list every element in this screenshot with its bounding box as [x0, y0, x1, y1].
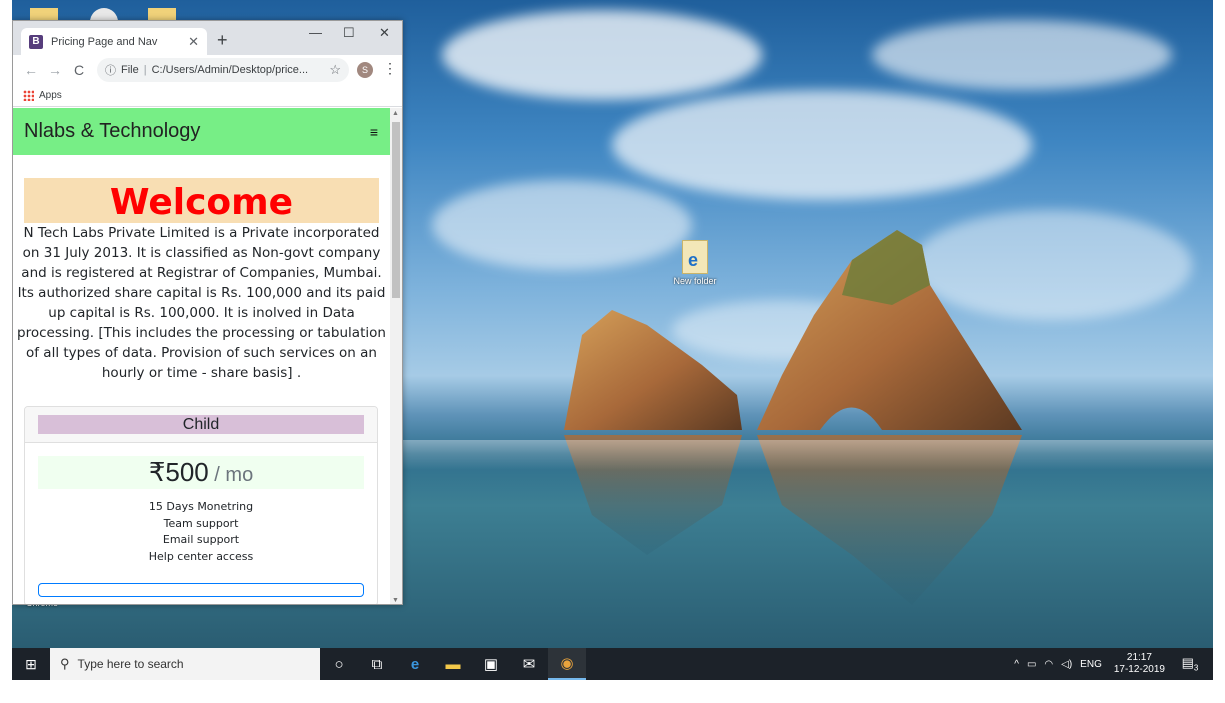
pricing-card: Child ₹500 / mo 15 Days Monetring Team s…	[24, 406, 378, 604]
taskbar-search-box[interactable]: ⚲ Type here to search	[50, 648, 320, 680]
clock[interactable]: 21:17 17-12-2019	[1114, 652, 1165, 676]
chevron-up-icon[interactable]: ^	[1014, 659, 1019, 670]
desktop: e New folder Chrome B Pricing Page and N…	[12, 0, 1213, 680]
scrollbar-thumb[interactable]	[392, 122, 400, 298]
plan-price: ₹500 / mo	[38, 456, 364, 489]
navbar: Nlabs & Technology ≡	[13, 108, 390, 155]
maximize-icon[interactable]: ☐	[343, 25, 355, 41]
navbar-toggler-icon[interactable]: ≡	[370, 124, 378, 140]
cortana-icon[interactable]: ○	[320, 648, 358, 680]
feature-item: Email support	[162, 533, 240, 546]
notification-center-icon[interactable]: ▤3	[1175, 655, 1205, 673]
scroll-down-icon[interactable]: ▼	[392, 597, 399, 604]
edge-browser-icon[interactable]: e	[396, 648, 434, 680]
reload-icon[interactable]: C	[67, 62, 91, 78]
info-icon[interactable]: ⓘ	[105, 62, 116, 78]
welcome-banner: Welcome	[24, 178, 379, 223]
new-folder-desktop-icon[interactable]: e New folder	[672, 240, 718, 286]
apps-bookmark[interactable]: Apps	[39, 90, 62, 101]
search-placeholder: Type here to search	[77, 657, 184, 671]
price-amount: ₹500	[148, 457, 209, 487]
feature-list: 15 Days Monetring Team support Email sup…	[25, 499, 377, 565]
store-icon[interactable]: ▣	[472, 648, 510, 680]
signup-button[interactable]	[38, 583, 364, 597]
mail-icon[interactable]: ✉	[510, 648, 548, 680]
plan-name: Child	[38, 415, 364, 434]
profile-avatar[interactable]: S	[357, 62, 373, 78]
file-explorer-icon[interactable]: ▬	[434, 648, 472, 680]
bootstrap-favicon-icon: B	[29, 34, 43, 49]
rock-arch-illustration	[564, 230, 1022, 605]
star-icon[interactable]: ☆	[329, 62, 341, 78]
card-header: Child	[25, 407, 377, 443]
system-tray: ^ ▭ ◠ ◁) ENG 21:17 17-12-2019 ▤3	[1006, 652, 1213, 676]
new-tab-button[interactable]: +	[217, 30, 228, 51]
language-indicator[interactable]: ENG	[1080, 659, 1102, 670]
volume-icon[interactable]: ◁)	[1061, 659, 1072, 670]
back-arrow-icon[interactable]: ←	[19, 62, 43, 78]
price-period: / mo	[208, 464, 254, 486]
minimize-icon[interactable]: —	[309, 25, 322, 40]
kebab-menu-icon[interactable]: ⋮	[383, 60, 397, 77]
apps-grid-icon	[23, 90, 34, 101]
browser-tab[interactable]: B Pricing Page and Nav ✕	[21, 28, 207, 55]
scroll-up-icon[interactable]: ▲	[392, 110, 399, 117]
tab-strip: B Pricing Page and Nav ✕ + — ☐ ✕	[13, 21, 402, 55]
wifi-icon[interactable]: ◠	[1044, 659, 1053, 670]
search-icon: ⚲	[60, 656, 70, 671]
date: 17-12-2019	[1113, 664, 1165, 675]
browser-window: B Pricing Page and Nav ✕ + — ☐ ✕ ← → C ⓘ…	[12, 20, 403, 605]
close-window-icon[interactable]: ✕	[379, 25, 390, 41]
page-viewport[interactable]: Nlabs & Technology ≡ Welcome N Tech Labs…	[13, 108, 402, 604]
forward-arrow-icon[interactable]: →	[43, 62, 67, 78]
battery-icon[interactable]: ▭	[1027, 659, 1036, 670]
feature-item: Help center access	[148, 549, 254, 563]
feature-item: Team support	[163, 516, 239, 530]
tab-title: Pricing Page and Nav	[51, 35, 158, 48]
tab-close-icon[interactable]: ✕	[188, 34, 199, 50]
taskbar: ⊞ ⚲ Type here to search ○ ⧉ e ▬ ▣ ✉ ◉ ^ …	[12, 648, 1213, 680]
url-scheme: File	[121, 64, 139, 76]
feature-item: 15 Days Monetring	[148, 500, 254, 513]
notification-count: 3	[1193, 663, 1199, 673]
folder-icon: e	[682, 240, 708, 274]
task-view-icon[interactable]: ⧉	[358, 648, 396, 680]
page-scrollbar[interactable]: ▲ ▼	[390, 108, 402, 604]
address-bar[interactable]: ⓘ File | C:/Users/Admin/Desktop/price...…	[97, 58, 349, 82]
windows-start-icon[interactable]: ⊞	[12, 648, 50, 680]
folder-label: New folder	[673, 276, 717, 286]
time: 21:17	[1126, 652, 1152, 663]
chrome-taskbar-icon[interactable]: ◉	[548, 648, 586, 680]
company-description: N Tech Labs Private Limited is a Private…	[17, 225, 386, 381]
navbar-brand[interactable]: Nlabs & Technology	[24, 120, 200, 143]
welcome-heading: Welcome	[109, 182, 294, 223]
browser-toolbar: ← → C ⓘ File | C:/Users/Admin/Desktop/pr…	[13, 55, 402, 85]
bookmarks-bar: Apps	[13, 85, 402, 107]
url-text: C:/Users/Admin/Desktop/price...	[151, 64, 309, 76]
